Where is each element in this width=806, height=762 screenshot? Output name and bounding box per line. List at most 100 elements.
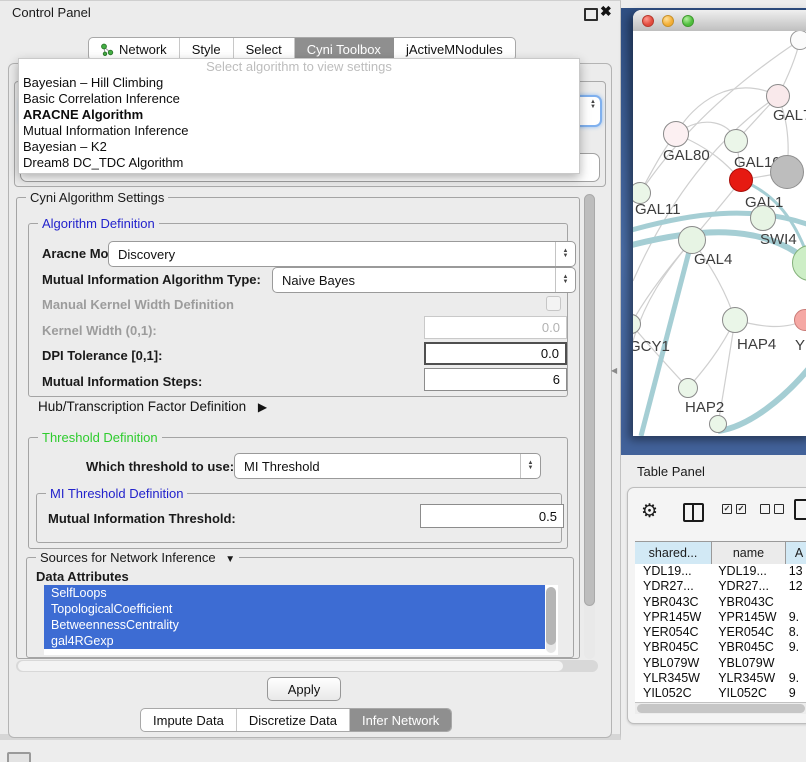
algorithm-definition-title: Algorithm Definition: [38, 216, 159, 231]
control-panel-title: Control Panel: [12, 5, 91, 20]
table-row[interactable]: YBR045CYBR045C9.: [635, 640, 806, 655]
tab-impute-data[interactable]: Impute Data: [141, 709, 237, 731]
scrollbar-thumb[interactable]: [546, 587, 556, 645]
cyni-settings-title: Cyni Algorithm Settings: [26, 190, 168, 205]
split-pane-arrow-icon[interactable]: ◀: [611, 366, 617, 375]
table-cell: YPR145W: [712, 610, 785, 625]
network-node[interactable]: [709, 415, 727, 433]
close-icon[interactable]: ✖: [600, 3, 612, 20]
table-cell: 9.: [785, 640, 806, 655]
network-node-gal80[interactable]: [663, 121, 689, 147]
split-columns-icon[interactable]: [683, 503, 704, 522]
settings-horizontal-scrollbar[interactable]: [16, 660, 598, 672]
network-node-gal7[interactable]: [766, 84, 790, 108]
zoom-traffic-light-icon[interactable]: [682, 15, 694, 27]
collapsed-panel-icon[interactable]: [7, 752, 31, 762]
mi-type-combo[interactable]: Naive Bayes ▲▼: [272, 267, 576, 293]
close-traffic-light-icon[interactable]: [642, 15, 654, 27]
table-horizontal-scrollbar[interactable]: [635, 702, 806, 714]
attribute-item-betweennesscentrality[interactable]: BetweennessCentrality: [44, 617, 545, 633]
network-window[interactable]: GAL7GAL80GAL10GAL1GAL11SWI4GAL4GCY1HAP4Y…: [633, 10, 806, 436]
table-cell: YBL079W: [712, 656, 785, 671]
tab-jactivemnodules[interactable]: jActiveMNodules: [394, 38, 515, 60]
scrollbar-thumb[interactable]: [584, 194, 595, 606]
node-label-hap4: HAP4: [737, 336, 776, 353]
scrollbar-thumb[interactable]: [18, 661, 563, 671]
minimize-traffic-light-icon[interactable]: [662, 15, 674, 27]
aracne-mode-combo[interactable]: Discovery ▲▼: [108, 241, 576, 267]
attribute-item-topologicalcoefficient[interactable]: TopologicalCoefficient: [44, 601, 545, 617]
mi-threshold-field[interactable]: 0.5: [420, 504, 564, 528]
apply-button[interactable]: Apply: [267, 677, 341, 701]
network-node-gal1[interactable]: [729, 168, 753, 192]
network-node-gal4[interactable]: [678, 226, 706, 254]
unchecked-checkbox-icon[interactable]: [760, 504, 770, 514]
network-window-titlebar[interactable]: [633, 10, 806, 32]
algorithm-option-bayesian-k2[interactable]: Bayesian – K2: [19, 139, 579, 155]
tab-select[interactable]: Select: [234, 38, 295, 60]
kernel-width-label: Kernel Width (0,1):: [42, 323, 157, 338]
attribute-item-selfloops[interactable]: SelfLoops: [44, 585, 545, 601]
gear-icon[interactable]: ⚙: [641, 500, 658, 523]
algorithm-option-basic-correlation-inference[interactable]: Basic Correlation Inference: [19, 91, 579, 107]
dpi-tolerance-field[interactable]: 0.0: [424, 342, 567, 365]
attributes-scrollbar[interactable]: [546, 587, 556, 653]
data-attributes-label: Data Attributes: [36, 569, 129, 584]
tab-infer-network[interactable]: Infer Network: [350, 709, 451, 731]
sources-title[interactable]: Sources for Network Inference ▼: [36, 550, 239, 565]
network-canvas[interactable]: GAL7GAL80GAL10GAL1GAL11SWI4GAL4GCY1HAP4Y…: [633, 31, 806, 436]
table-row[interactable]: YBL079WYBL079W: [635, 656, 806, 671]
scrollbar-thumb[interactable]: [637, 704, 805, 713]
which-threshold-combo[interactable]: MI Threshold ▲▼: [234, 453, 541, 479]
new-file-icon[interactable]: [794, 499, 806, 520]
attribute-item-gal4rgexp[interactable]: gal4RGexp: [44, 633, 545, 649]
table-row[interactable]: YER054CYER054C8.: [635, 625, 806, 640]
hub-expander[interactable]: Hub/Transcription Factor Definition ▶: [38, 399, 267, 414]
kernel-width-field[interactable]: 0.0: [424, 316, 567, 339]
tab-style[interactable]: Style: [180, 38, 234, 60]
tab-label: Style: [192, 42, 221, 57]
settings-vertical-scrollbar[interactable]: [584, 194, 595, 659]
table-cell: YDL19...: [712, 564, 785, 579]
float-window-icon[interactable]: [584, 8, 598, 21]
expander-down-icon: ▼: [225, 554, 235, 565]
algorithm-option-mutual-information-inference[interactable]: Mutual Information Inference: [19, 123, 579, 139]
table-cell: YER054C: [712, 625, 785, 640]
tab-cyni-toolbox[interactable]: Cyni Toolbox: [295, 38, 394, 60]
unchecked-checkbox-icon[interactable]: [774, 504, 784, 514]
network-node-hap2[interactable]: [678, 378, 698, 398]
column-header-name[interactable]: name: [712, 542, 786, 565]
column-header-a[interactable]: A: [786, 542, 806, 565]
screen: Control Panel ✖ ▲▼ NetworkStyleSelectCyn…: [0, 0, 806, 762]
node-label-y: Y: [795, 337, 805, 354]
checked-checkbox-icon[interactable]: ✓: [722, 504, 732, 514]
network-node-hap4[interactable]: [722, 307, 748, 333]
network-node-gal10[interactable]: [724, 129, 748, 153]
table-row[interactable]: YDL19...YDL19...13: [635, 564, 806, 579]
algorithm-option-bayesian-hill-climbing[interactable]: Bayesian – Hill Climbing: [19, 75, 579, 91]
table-cell: YDR27...: [712, 579, 785, 594]
algorithm-dropdown-hint: Select algorithm to view settings: [19, 59, 579, 75]
checked-checkbox-icon[interactable]: ✓: [736, 504, 746, 514]
table-row[interactable]: YDR27...YDR27...12: [635, 579, 806, 594]
table-row[interactable]: YIL052CYIL052C9: [635, 686, 806, 701]
column-header-shared[interactable]: shared...: [635, 542, 712, 565]
algorithm-dropdown-popup: Select algorithm to view settings Bayesi…: [18, 58, 580, 174]
table-row[interactable]: YPR145WYPR145W9.: [635, 610, 806, 625]
which-threshold-label: Which threshold to use:: [86, 459, 234, 474]
table-row[interactable]: YBR043CYBR043C: [635, 595, 806, 610]
tab-network[interactable]: Network: [89, 38, 180, 60]
table-panel: ⚙ ✓ ✓ shared...nameA YDL19...YDL19...13Y…: [627, 487, 806, 724]
tab-discretize-data[interactable]: Discretize Data: [237, 709, 350, 731]
algorithm-option-aracne-algorithm[interactable]: ARACNE Algorithm: [19, 107, 579, 123]
mi-steps-field[interactable]: 6: [424, 368, 567, 391]
network-node[interactable]: [790, 31, 806, 50]
network-node-swi4[interactable]: [750, 205, 776, 231]
manual-kernel-checkbox[interactable]: [546, 296, 561, 311]
table-cell: YBR045C: [712, 640, 785, 655]
data-attributes-list[interactable]: SelfLoopsTopologicalCoefficientBetweenne…: [44, 585, 558, 655]
algorithm-option-dream8-dc-tdc-algorithm[interactable]: Dream8 DC_TDC Algorithm: [19, 155, 579, 171]
control-panel-titlebar[interactable]: Control Panel ✖: [0, 1, 620, 25]
table-row[interactable]: YLR345WYLR345W9.: [635, 671, 806, 686]
network-node[interactable]: [770, 155, 804, 189]
